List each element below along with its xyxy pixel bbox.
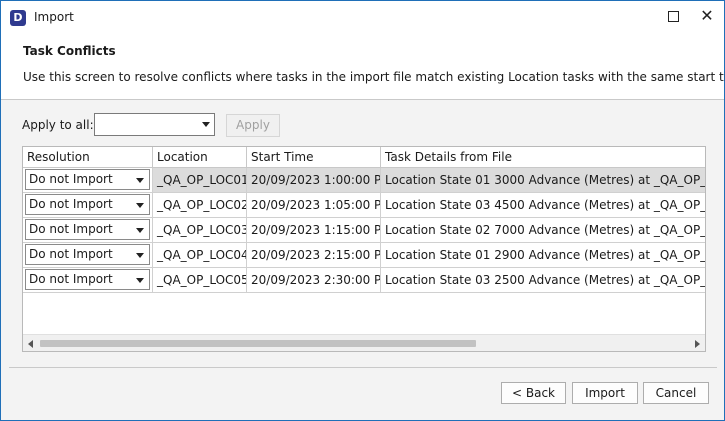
start-time-cell: 20/09/2023 2:15:00 PM — [247, 243, 381, 268]
table-row[interactable]: Do not Import _QA_OP_LOC04 20/09/2023 2:… — [23, 243, 705, 268]
chevron-down-icon — [136, 253, 144, 258]
resolution-value: Do not Import — [29, 197, 113, 211]
import-dialog: D Import ✕ Task Conflicts Use this scree… — [0, 0, 725, 421]
app-logo-icon: D — [10, 10, 26, 26]
apply-to-all-dropdown[interactable] — [94, 113, 215, 136]
chevron-down-icon — [136, 178, 144, 183]
start-time-cell: 20/09/2023 1:00:00 PM — [247, 168, 381, 193]
task-details-cell: Location State 01 2900 Advance (Metres) … — [381, 243, 705, 268]
window-title: Import — [34, 10, 74, 24]
resolution-value: Do not Import — [29, 272, 113, 286]
cancel-button[interactable]: Cancel — [643, 382, 709, 404]
start-time-cell: 20/09/2023 2:30:00 PM — [247, 268, 381, 293]
task-details-cell: Location State 02 7000 Advance (Metres) … — [381, 218, 705, 243]
resolution-value: Do not Import — [29, 172, 113, 186]
task-details-cell: Location State 01 3000 Advance (Metres) … — [381, 168, 705, 193]
close-icon: ✕ — [700, 6, 714, 25]
page-description: Use this screen to resolve conflicts whe… — [23, 70, 725, 84]
column-header-location[interactable]: Location — [153, 147, 247, 168]
scroll-right-icon[interactable] — [695, 340, 700, 348]
table-row[interactable]: Do not Import _QA_OP_LOC01 20/09/2023 1:… — [23, 168, 705, 193]
task-details-cell: Location State 03 4500 Advance (Metres) … — [381, 193, 705, 218]
resolution-dropdown[interactable]: Do not Import — [25, 269, 150, 290]
resolution-cell: Do not Import — [23, 243, 153, 268]
table-row[interactable]: Do not Import _QA_OP_LOC03 20/09/2023 1:… — [23, 218, 705, 243]
resolution-dropdown[interactable]: Do not Import — [25, 169, 150, 190]
chevron-down-icon — [136, 278, 144, 283]
resolution-cell: Do not Import — [23, 218, 153, 243]
scrollbar-thumb[interactable] — [40, 340, 476, 347]
location-cell: _QA_OP_LOC04 — [153, 243, 247, 268]
close-button[interactable]: ✕ — [687, 3, 725, 29]
apply-button[interactable]: Apply — [226, 114, 280, 137]
header-panel: Task Conflicts Use this screen to resolv… — [1, 33, 725, 100]
resolution-dropdown[interactable]: Do not Import — [25, 219, 150, 240]
resolution-value: Do not Import — [29, 222, 113, 236]
maximize-icon — [667, 10, 679, 22]
chevron-down-icon — [136, 203, 144, 208]
location-cell: _QA_OP_LOC02 — [153, 193, 247, 218]
apply-to-all-label: Apply to all: — [22, 118, 94, 132]
chevron-down-icon — [136, 228, 144, 233]
location-cell: _QA_OP_LOC01 — [153, 168, 247, 193]
table-header: Resolution Location Start Time Task Deta… — [23, 147, 705, 168]
resolution-dropdown[interactable]: Do not Import — [25, 244, 150, 265]
column-header-start-time[interactable]: Start Time — [247, 147, 381, 168]
conflicts-table: Resolution Location Start Time Task Deta… — [22, 146, 706, 352]
task-details-cell: Location State 03 2500 Advance (Metres) … — [381, 268, 705, 293]
import-button[interactable]: Import — [572, 382, 638, 404]
horizontal-scrollbar[interactable] — [23, 334, 705, 351]
column-header-task-details[interactable]: Task Details from File — [381, 147, 705, 168]
scroll-left-icon[interactable] — [28, 340, 33, 348]
back-button[interactable]: < Back — [501, 382, 566, 404]
resolution-cell: Do not Import — [23, 193, 153, 218]
column-header-resolution[interactable]: Resolution — [23, 147, 153, 168]
location-cell: _QA_OP_LOC03 — [153, 218, 247, 243]
start-time-cell: 20/09/2023 1:15:00 PM — [247, 218, 381, 243]
footer-divider — [9, 367, 717, 368]
chevron-down-icon — [202, 122, 210, 127]
resolution-dropdown[interactable]: Do not Import — [25, 194, 150, 215]
table-row[interactable]: Do not Import _QA_OP_LOC05 20/09/2023 2:… — [23, 268, 705, 293]
resolution-cell: Do not Import — [23, 168, 153, 193]
title-bar: D Import ✕ — [1, 1, 724, 33]
start-time-cell: 20/09/2023 1:05:00 PM — [247, 193, 381, 218]
page-title: Task Conflicts — [23, 44, 116, 58]
table-row[interactable]: Do not Import _QA_OP_LOC02 20/09/2023 1:… — [23, 193, 705, 218]
resolution-value: Do not Import — [29, 247, 113, 261]
resolution-cell: Do not Import — [23, 268, 153, 293]
location-cell: _QA_OP_LOC05 — [153, 268, 247, 293]
